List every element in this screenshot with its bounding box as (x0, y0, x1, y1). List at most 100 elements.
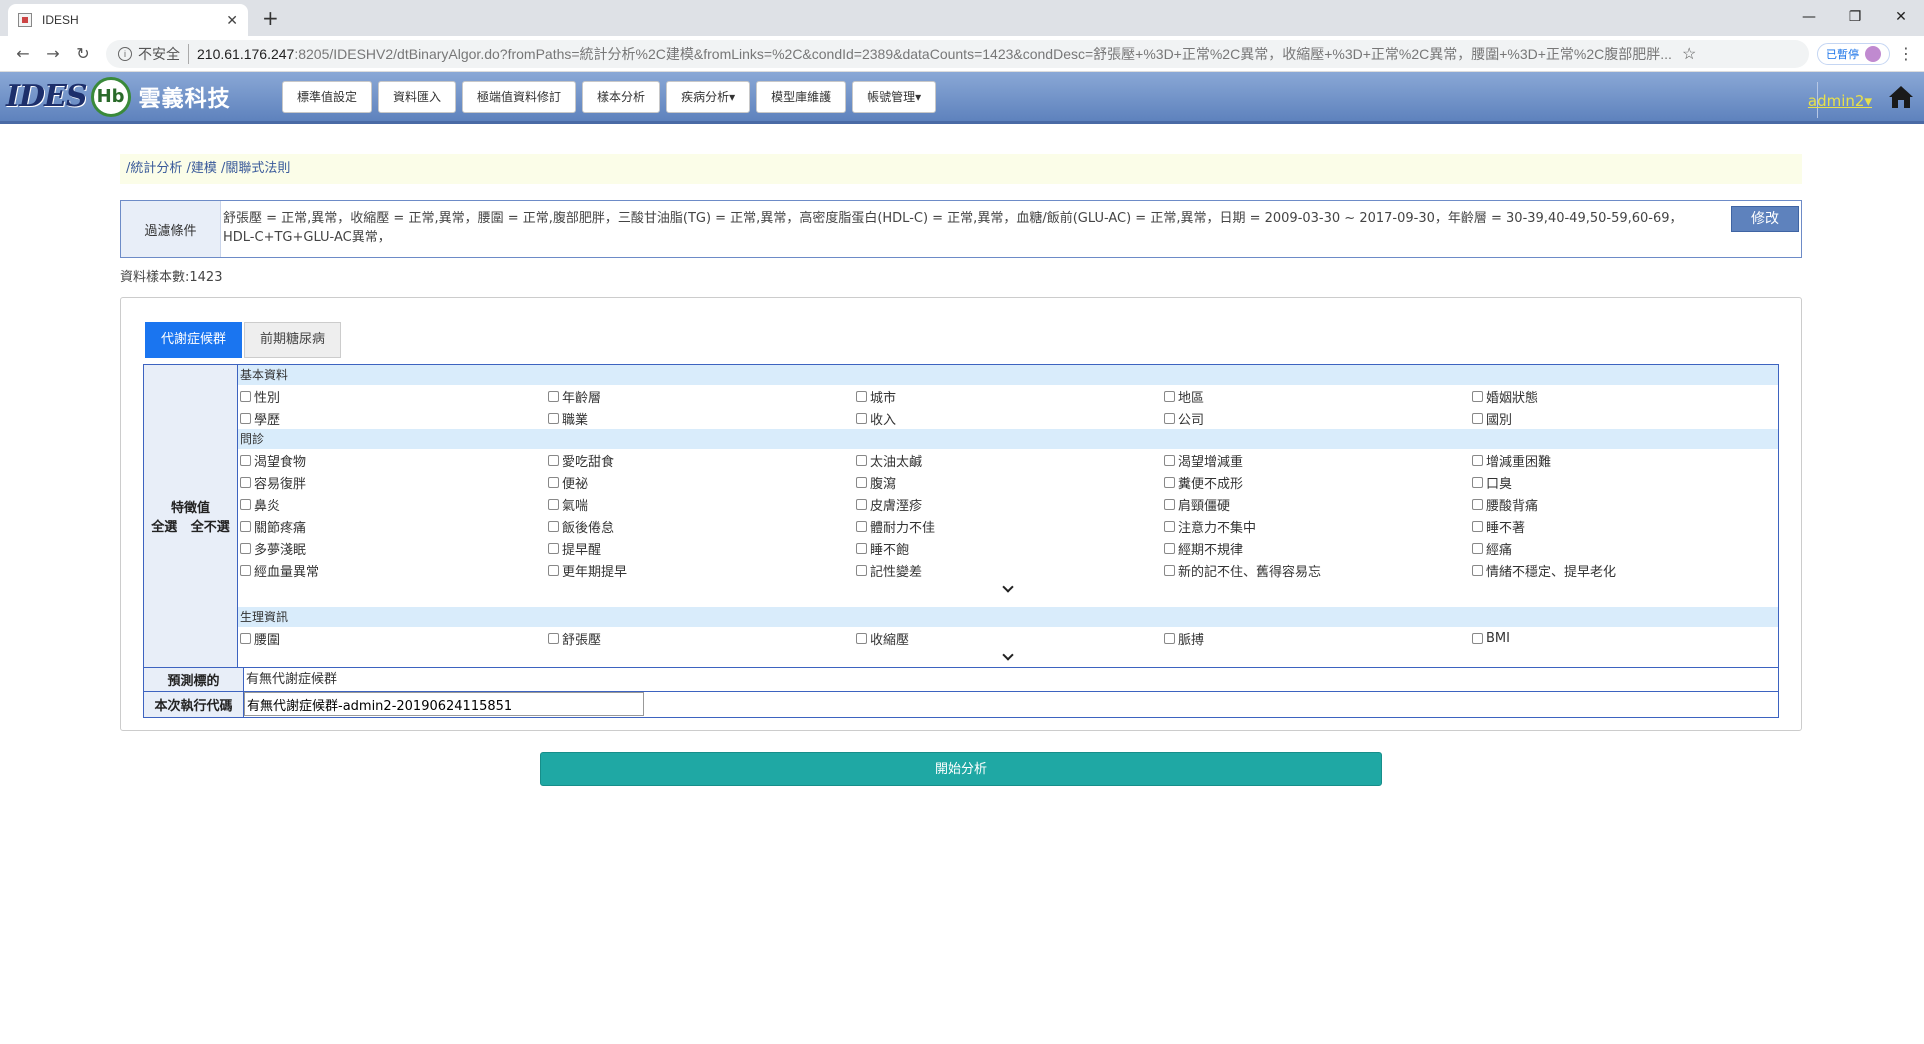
checkbox[interactable] (856, 520, 867, 532)
menu-data-import[interactable]: 資料匯入 (378, 80, 457, 113)
checkbox[interactable] (1472, 412, 1483, 424)
edit-filter-button[interactable]: 修改 (1731, 206, 1799, 232)
checkbox[interactable] (240, 476, 251, 488)
tab-prediabetes[interactable]: 前期糖尿病 (244, 322, 342, 358)
checkbox[interactable] (548, 632, 559, 644)
start-analysis-button[interactable]: 開始分析 (540, 752, 1382, 786)
checkbox[interactable] (856, 476, 867, 488)
feature-checkbox[interactable]: 體耐力不佳 (854, 517, 1162, 536)
checkbox[interactable] (1164, 498, 1175, 510)
checkbox[interactable] (240, 390, 251, 402)
feature-checkbox[interactable]: 太油太鹹 (854, 451, 1162, 470)
checkbox[interactable] (1164, 390, 1175, 402)
checkbox[interactable] (856, 390, 867, 402)
checkbox[interactable] (548, 390, 559, 402)
browser-menu-icon[interactable]: ⋮ (1896, 44, 1916, 63)
checkbox[interactable] (1472, 632, 1483, 644)
feature-checkbox[interactable]: 睡不著 (1470, 517, 1778, 536)
minimize-icon[interactable]: — (1786, 0, 1832, 36)
checkbox[interactable] (1164, 564, 1175, 576)
checkbox[interactable] (548, 498, 559, 510)
reload-icon[interactable]: ↻ (68, 44, 98, 63)
execution-code-input[interactable] (244, 692, 644, 716)
feature-checkbox[interactable]: 增減重困難 (1470, 451, 1778, 470)
feature-checkbox[interactable]: 公司 (1162, 409, 1470, 428)
feature-checkbox[interactable]: 職業 (546, 409, 854, 428)
restore-icon[interactable]: ❐ (1832, 0, 1878, 36)
user-menu[interactable]: admin2▾ (1808, 92, 1872, 110)
expand-consultation-icon[interactable] (238, 581, 1778, 599)
feature-checkbox[interactable]: 性別 (238, 387, 546, 406)
feature-checkbox[interactable]: 舒張壓 (546, 629, 854, 648)
feature-checkbox[interactable]: 糞便不成形 (1162, 473, 1470, 492)
feature-checkbox[interactable]: 肩頸僵硬 (1162, 495, 1470, 514)
feature-checkbox[interactable]: 婚姻狀態 (1470, 387, 1778, 406)
feature-checkbox[interactable]: 經期不規律 (1162, 539, 1470, 558)
feature-checkbox[interactable]: BMI (1470, 631, 1778, 646)
feature-checkbox[interactable]: 渴望增減重 (1162, 451, 1470, 470)
browser-tab[interactable]: IDESH ✕ (8, 4, 248, 36)
checkbox[interactable] (1472, 476, 1483, 488)
feature-checkbox[interactable]: 脈搏 (1162, 629, 1470, 648)
checkbox[interactable] (240, 632, 251, 644)
feature-checkbox[interactable]: 多夢淺眠 (238, 539, 546, 558)
feature-checkbox[interactable]: 提早醒 (546, 539, 854, 558)
checkbox[interactable] (240, 520, 251, 532)
forward-icon[interactable]: → (38, 44, 68, 63)
feature-checkbox[interactable]: 經痛 (1470, 539, 1778, 558)
checkbox[interactable] (1164, 412, 1175, 424)
feature-checkbox[interactable]: 口臭 (1470, 473, 1778, 492)
checkbox[interactable] (1472, 390, 1483, 402)
feature-checkbox[interactable]: 更年期提早 (546, 561, 854, 580)
menu-disease-analysis[interactable]: 疾病分析▾ (666, 80, 751, 113)
profile-paused-button[interactable]: 已暫停 (1817, 42, 1890, 65)
select-all-link[interactable]: 全選 (151, 520, 177, 535)
checkbox[interactable] (1472, 542, 1483, 554)
feature-checkbox[interactable]: 氣喘 (546, 495, 854, 514)
expand-physiological-icon[interactable] (238, 649, 1778, 667)
bookmark-star-icon[interactable]: ☆ (1682, 44, 1696, 64)
checkbox[interactable] (548, 542, 559, 554)
feature-checkbox[interactable]: 經血量異常 (238, 561, 546, 580)
checkbox[interactable] (1472, 520, 1483, 532)
checkbox[interactable] (240, 564, 251, 576)
feature-checkbox[interactable]: 腰酸背痛 (1470, 495, 1778, 514)
checkbox[interactable] (856, 454, 867, 466)
feature-checkbox[interactable]: 注意力不集中 (1162, 517, 1470, 536)
menu-standard-values[interactable]: 標準值設定 (282, 80, 373, 113)
checkbox[interactable] (240, 412, 251, 424)
address-bar[interactable]: i 不安全 210.61.176.247 :8205/IDESHV2/dtBin… (106, 39, 1809, 68)
home-icon[interactable] (1888, 84, 1914, 110)
info-icon[interactable]: i (118, 46, 132, 61)
checkbox[interactable] (548, 520, 559, 532)
checkbox[interactable] (1472, 498, 1483, 510)
checkbox[interactable] (856, 564, 867, 576)
checkbox[interactable] (1472, 564, 1483, 576)
feature-checkbox[interactable]: 收縮壓 (854, 629, 1162, 648)
back-icon[interactable]: ← (8, 44, 38, 63)
feature-checkbox[interactable]: 愛吃甜食 (546, 451, 854, 470)
feature-checkbox[interactable]: 情緒不穩定、提早老化 (1470, 561, 1778, 580)
feature-checkbox[interactable]: 鼻炎 (238, 495, 546, 514)
checkbox[interactable] (1164, 542, 1175, 554)
checkbox[interactable] (1164, 520, 1175, 532)
tab-metabolic-syndrome[interactable]: 代謝症候群 (145, 322, 243, 358)
checkbox[interactable] (1164, 632, 1175, 644)
checkbox[interactable] (1164, 476, 1175, 488)
feature-checkbox[interactable]: 皮膚溼疹 (854, 495, 1162, 514)
menu-outlier-revision[interactable]: 極端值資料修訂 (462, 80, 577, 113)
close-window-icon[interactable]: ✕ (1878, 0, 1924, 36)
new-tab-icon[interactable]: + (262, 6, 279, 30)
checkbox[interactable] (856, 632, 867, 644)
checkbox[interactable] (856, 542, 867, 554)
feature-checkbox[interactable]: 地區 (1162, 387, 1470, 406)
feature-checkbox[interactable]: 便祕 (546, 473, 854, 492)
feature-checkbox[interactable]: 腹瀉 (854, 473, 1162, 492)
checkbox[interactable] (856, 498, 867, 510)
feature-checkbox[interactable]: 學歷 (238, 409, 546, 428)
checkbox[interactable] (548, 564, 559, 576)
feature-checkbox[interactable]: 新的記不住、舊得容易忘 (1162, 561, 1470, 580)
feature-checkbox[interactable]: 腰圍 (238, 629, 546, 648)
checkbox[interactable] (856, 412, 867, 424)
feature-checkbox[interactable]: 睡不飽 (854, 539, 1162, 558)
